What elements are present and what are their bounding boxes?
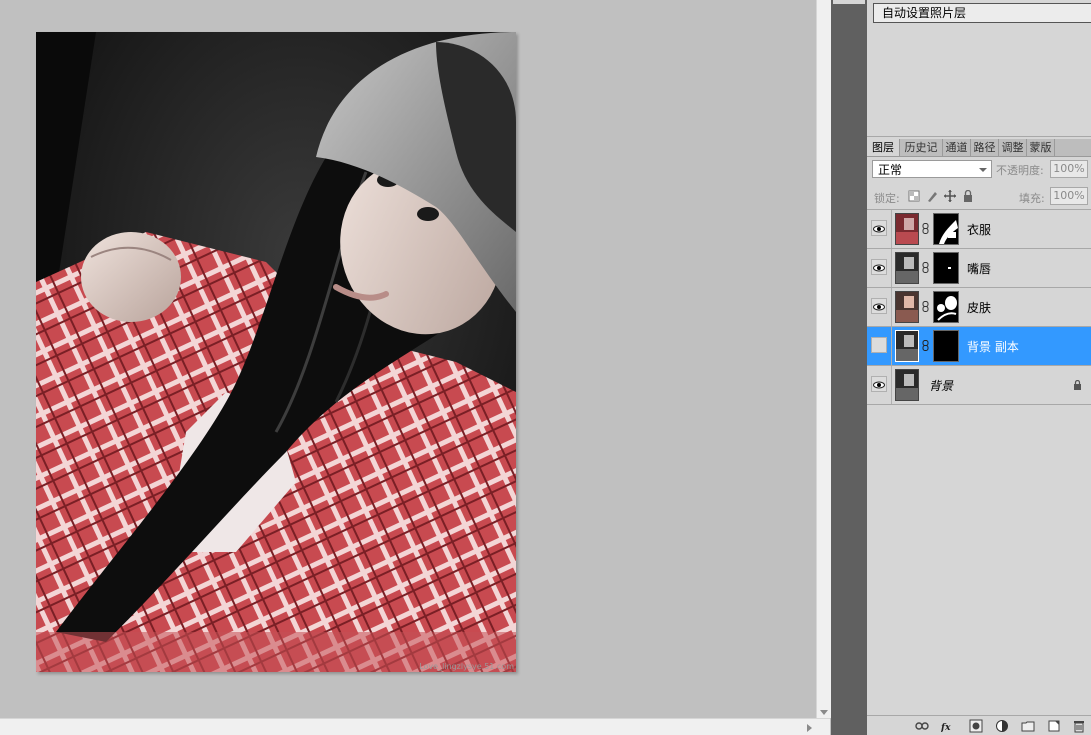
layer-thumbnail[interactable]	[895, 252, 919, 284]
horizontal-scrollbar[interactable]	[0, 718, 830, 735]
blend-mode-value: 正常	[878, 163, 903, 177]
tab-paths[interactable]: 路径	[971, 139, 999, 156]
layer-row-selected[interactable]: 背景 副本	[867, 327, 1091, 366]
chain-link-icon[interactable]	[922, 301, 929, 312]
layer-name[interactable]: 衣服	[967, 221, 991, 238]
tab-masks[interactable]: 蒙版	[1027, 139, 1055, 156]
blend-mode-select[interactable]: 正常	[872, 160, 992, 178]
scroll-right-arrow-icon[interactable]	[807, 724, 812, 732]
trash-icon[interactable]	[1072, 719, 1086, 733]
panel-dock-strip	[831, 0, 867, 735]
lock-all-icon[interactable]	[962, 190, 974, 202]
photoshop-window: Love_lingzlysye.51.com 自动设置照片层 图层 历史记 通道…	[0, 0, 1091, 735]
layer-thumbnail[interactable]	[895, 213, 919, 245]
new-layer-icon[interactable]	[1047, 719, 1061, 733]
layer-row[interactable]: 背景	[867, 366, 1091, 405]
document-image[interactable]: Love_lingzlysye.51.com	[36, 32, 516, 672]
layer-style-fx-icon[interactable]: fx	[941, 719, 955, 733]
lock-position-icon[interactable]	[944, 190, 956, 202]
lock-row: 锁定: 填充: 100%	[867, 185, 1091, 210]
layer-mask-thumbnail[interactable]	[933, 291, 959, 323]
divider	[891, 249, 892, 287]
eye-icon	[873, 225, 885, 233]
adjustment-layer-icon[interactable]	[995, 719, 1009, 733]
actions-panel: 自动设置照片层	[867, 0, 1091, 137]
layer-thumbnail[interactable]	[895, 330, 919, 362]
layer-row[interactable]: 衣服	[867, 210, 1091, 249]
opacity-input[interactable]: 100%	[1050, 160, 1088, 178]
chain-link-icon[interactable]	[922, 223, 929, 234]
visibility-toggle[interactable]	[871, 376, 887, 392]
tab-history[interactable]: 历史记	[900, 139, 943, 156]
right-panels: 自动设置照片层 图层 历史记 通道 路径 调整 蒙版 正常 不透明度: 100%…	[867, 0, 1091, 735]
divider	[891, 327, 892, 365]
tab-layers[interactable]: 图层	[867, 139, 900, 156]
layer-name[interactable]: 皮肤	[967, 299, 991, 316]
chain-link-icon[interactable]	[922, 262, 929, 273]
divider	[891, 366, 892, 404]
scroll-down-arrow-icon[interactable]	[820, 710, 828, 715]
layer-thumbnail[interactable]	[895, 291, 919, 323]
eye-icon	[873, 381, 885, 389]
eye-icon	[873, 303, 885, 311]
eye-icon	[873, 264, 885, 272]
lock-image-pixels-icon[interactable]	[926, 190, 938, 202]
lock-icon	[1074, 380, 1081, 390]
document-canvas-area[interactable]: Love_lingzlysye.51.com	[0, 0, 816, 718]
layers-list: 衣服 嘴唇 皮肤 背景 副本 背景	[867, 210, 1091, 715]
action-item[interactable]: 自动设置照片层	[873, 3, 1091, 23]
tab-adjustments[interactable]: 调整	[999, 139, 1027, 156]
layer-name[interactable]: 背景	[929, 377, 953, 394]
lock-transparent-pixels-icon[interactable]	[908, 190, 920, 202]
layer-mask-thumbnail[interactable]	[933, 252, 959, 284]
layer-thumbnail[interactable]	[895, 369, 919, 401]
layer-name[interactable]: 嘴唇	[967, 260, 991, 277]
chain-link-icon[interactable]	[922, 340, 929, 351]
blend-row: 正常 不透明度: 100%	[867, 158, 1091, 184]
watermark-text: Love_lingzlysye.51.com	[419, 662, 514, 671]
layer-mask-thumbnail[interactable]	[933, 330, 959, 362]
visibility-toggle[interactable]	[871, 259, 887, 275]
tab-channels[interactable]: 通道	[943, 139, 971, 156]
svg-text:fx: fx	[941, 722, 951, 733]
lock-label: 锁定:	[874, 192, 900, 205]
layer-name[interactable]: 背景 副本	[967, 338, 1019, 355]
fill-input[interactable]: 100%	[1050, 187, 1088, 205]
layer-row[interactable]: 皮肤	[867, 288, 1091, 327]
fill-label: 填充:	[1019, 192, 1045, 205]
link-layers-icon[interactable]	[915, 719, 929, 733]
opacity-label: 不透明度:	[996, 164, 1044, 177]
photo-illustration	[36, 32, 516, 672]
collapsed-panel-tab[interactable]	[833, 0, 865, 4]
layer-mask-thumbnail[interactable]	[933, 213, 959, 245]
visibility-toggle[interactable]	[871, 298, 887, 314]
layers-panel-footer: fx	[867, 715, 1091, 735]
chevron-down-icon	[979, 168, 987, 172]
visibility-toggle[interactable]	[871, 220, 887, 236]
divider	[891, 288, 892, 326]
vertical-scrollbar[interactable]	[816, 0, 831, 718]
folder-icon[interactable]	[1021, 719, 1035, 733]
visibility-toggle[interactable]	[871, 337, 887, 353]
add-mask-icon[interactable]	[969, 719, 983, 733]
layer-row[interactable]: 嘴唇	[867, 249, 1091, 288]
layers-panel-tabs: 图层 历史记 通道 路径 调整 蒙版	[867, 139, 1091, 157]
divider	[891, 210, 892, 248]
